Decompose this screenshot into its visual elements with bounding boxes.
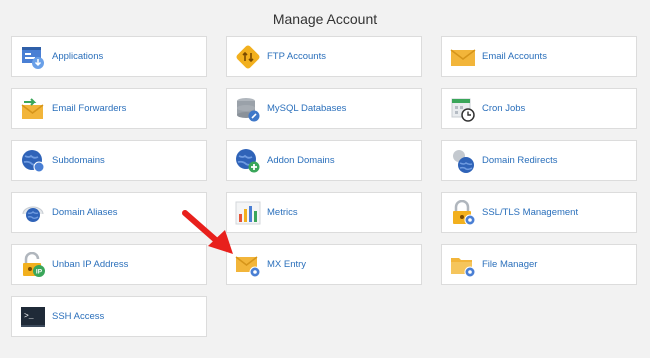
tile-ssh-access[interactable]: >_ SSH Access <box>11 296 207 337</box>
tile-label: Email Accounts <box>482 51 547 62</box>
ssh-prompt-text: >_ <box>24 312 34 321</box>
tile-label: MySQL Databases <box>267 103 347 114</box>
ssl-tls-icon <box>450 200 476 226</box>
email-forwarders-icon <box>20 96 46 122</box>
tile-domain-redirects[interactable]: Domain Redirects <box>441 140 637 181</box>
tile-ssl-tls-management[interactable]: SSL/TLS Management <box>441 192 637 233</box>
domain-redirects-icon <box>450 148 476 174</box>
tile-label: Applications <box>52 51 104 62</box>
domain-aliases-icon <box>20 200 46 226</box>
tile-label: File Manager <box>482 259 538 270</box>
tile-email-accounts[interactable]: Email Accounts <box>441 36 637 77</box>
unban-ip-icon: IP <box>20 252 46 278</box>
tile-addon-domains[interactable]: Addon Domains <box>226 140 422 181</box>
tile-metrics[interactable]: Metrics <box>226 192 422 233</box>
annotation-arrow <box>182 210 233 254</box>
metrics-icon <box>235 200 261 226</box>
cron-jobs-icon <box>450 96 476 122</box>
tile-label: Unban IP Address <box>52 259 129 270</box>
tile-file-manager[interactable]: File Manager <box>441 244 637 285</box>
tile-label: Subdomains <box>52 155 105 166</box>
tile-label: Domain Aliases <box>52 207 118 218</box>
tile-mx-entry[interactable]: MX Entry <box>226 244 422 285</box>
tile-cron-jobs[interactable]: Cron Jobs <box>441 88 637 129</box>
applications-icon <box>20 44 46 70</box>
tile-label: MX Entry <box>267 259 307 270</box>
tile-label: Addon Domains <box>267 155 335 166</box>
tile-ftp-accounts[interactable]: FTP Accounts <box>226 36 422 77</box>
tile-applications[interactable]: Applications <box>11 36 207 77</box>
tile-mysql-databases[interactable]: MySQL Databases <box>226 88 422 129</box>
tile-label: Email Forwarders <box>52 103 127 114</box>
subdomains-icon <box>20 148 46 174</box>
tile-label: SSL/TLS Management <box>482 207 579 218</box>
unban-ip-badge-text: IP <box>36 269 43 276</box>
mx-entry-icon <box>235 252 261 278</box>
ftp-accounts-icon <box>235 44 261 70</box>
page-title: Manage Account <box>272 11 378 27</box>
email-accounts-icon <box>450 44 476 70</box>
tile-label: Domain Redirects <box>482 155 558 166</box>
tile-subdomains[interactable]: Subdomains <box>11 140 207 181</box>
addon-domains-icon <box>235 148 261 174</box>
ssh-access-icon: >_ <box>20 304 46 330</box>
mysql-databases-icon <box>235 96 261 122</box>
tile-label: SSH Access <box>52 311 105 322</box>
tile-label: FTP Accounts <box>267 51 326 62</box>
tile-label: Metrics <box>267 207 298 218</box>
tile-email-forwarders[interactable]: Email Forwarders <box>11 88 207 129</box>
tile-label: Cron Jobs <box>482 103 526 114</box>
file-manager-icon <box>450 252 476 278</box>
